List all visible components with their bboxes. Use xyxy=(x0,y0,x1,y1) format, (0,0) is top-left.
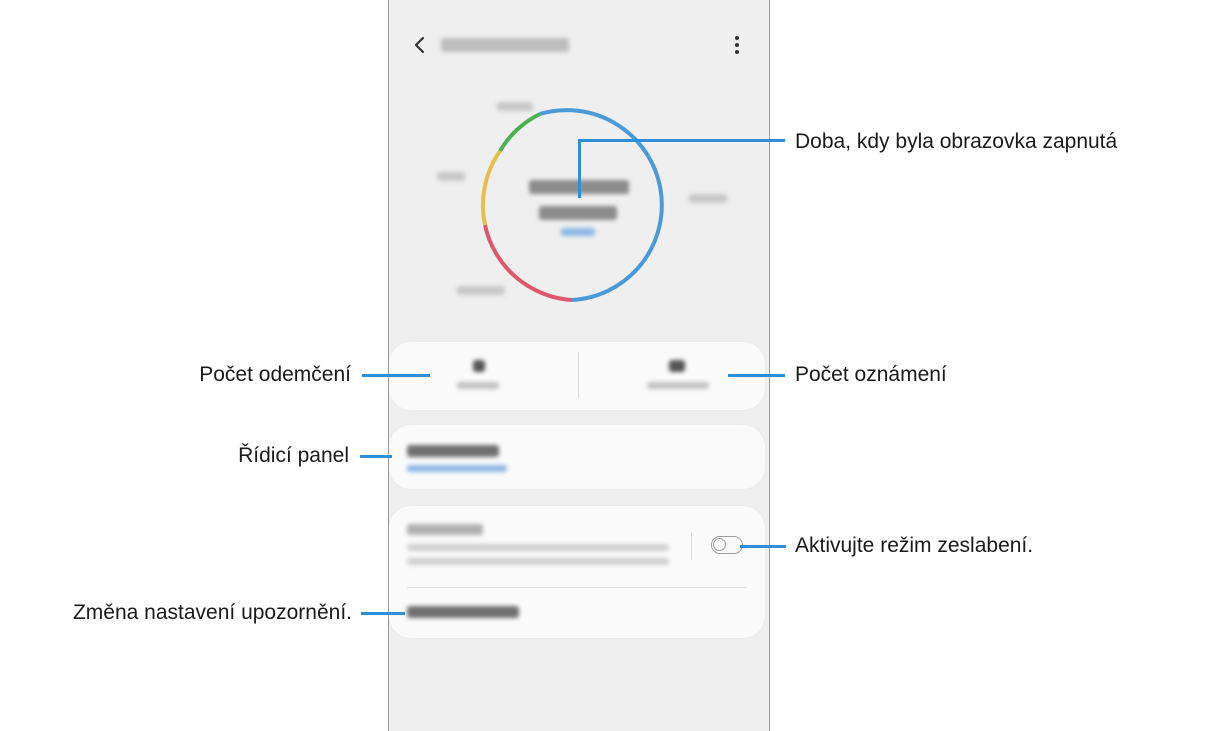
leader-wind-down-line xyxy=(740,545,786,548)
wind-down-title xyxy=(407,524,483,535)
screen-time-link[interactable] xyxy=(561,228,595,236)
callout-wind-down: Aktivujte režim zeslabení. xyxy=(795,534,1034,557)
wind-down-divider xyxy=(691,532,692,560)
callout-screen-time: Doba, kdy byla obrazovka zapnutá xyxy=(795,130,1118,153)
ring-segment-yellow xyxy=(481,149,502,226)
settings-card-divider xyxy=(407,587,747,588)
wind-down-row[interactable] xyxy=(389,506,765,586)
toggle-knob xyxy=(713,538,726,551)
screen-time-value-line2 xyxy=(539,206,617,220)
phone-screenshot xyxy=(388,0,770,731)
unlocks-label xyxy=(457,382,499,389)
callout-notification-settings: Změna nastavení upozornění. xyxy=(72,601,352,624)
leader-notification-settings-line xyxy=(361,612,405,615)
legend-label-bottom xyxy=(457,286,505,295)
leader-screen-time-vertical xyxy=(578,140,581,198)
leader-screen-time-horizontal xyxy=(578,139,785,142)
dashboard-card[interactable] xyxy=(389,425,765,489)
toggle-off-icon[interactable] xyxy=(711,536,743,554)
ring-segment-green xyxy=(498,112,541,153)
leader-unlocks-line xyxy=(362,374,430,377)
wind-down-desc-line1 xyxy=(407,544,669,551)
callout-unlocks: Počet odemčení xyxy=(199,363,351,386)
dashboard-subtitle xyxy=(407,465,507,472)
leader-notifications-count-line xyxy=(728,374,785,377)
unlocks-count xyxy=(473,360,485,372)
notifications-count xyxy=(669,360,685,372)
legend-label-top xyxy=(497,102,533,111)
stats-card xyxy=(389,342,765,410)
leader-dashboard-line xyxy=(360,455,392,458)
wind-down-desc-line2 xyxy=(407,558,669,565)
notifications-label xyxy=(647,382,709,389)
legend-label-right xyxy=(689,194,727,203)
settings-card xyxy=(389,506,765,638)
callout-notifications-count: Počet oznámení xyxy=(795,363,947,386)
dashboard-title xyxy=(407,445,499,457)
callout-dashboard: Řídicí panel xyxy=(238,444,349,467)
notifications-row-title[interactable] xyxy=(407,606,519,618)
legend-label-left xyxy=(437,172,465,181)
stats-divider xyxy=(578,352,579,398)
